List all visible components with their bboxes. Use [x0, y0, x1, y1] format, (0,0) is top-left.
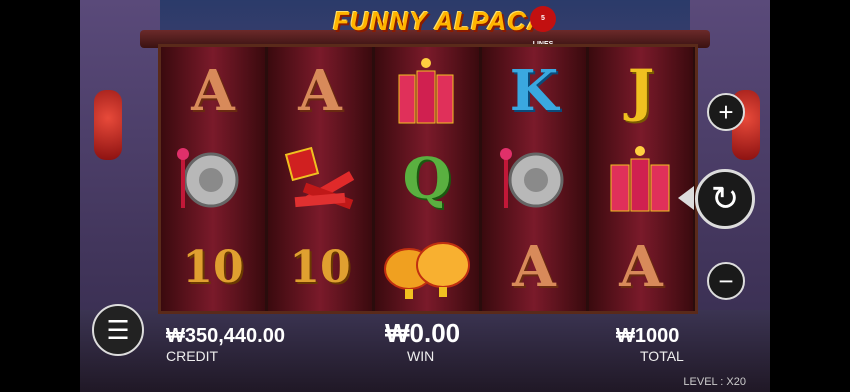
lanterns-icon: [375, 223, 479, 311]
total-label: TOTAL: [640, 348, 684, 364]
gong-icon: [482, 135, 586, 223]
left-building-background: [80, 0, 160, 330]
total-bet-value: ₩1000: [616, 325, 680, 347]
game-screen: FUNNY ALPACA 5 LINES A 10 A: [0, 0, 850, 392]
firecracker-bundle-icon: [375, 47, 479, 135]
win-label: WIN: [407, 348, 435, 364]
gong-icon: [161, 135, 265, 223]
menu-button[interactable]: ☰: [92, 304, 144, 356]
level-indicator: LEVEL : X20: [683, 376, 746, 388]
symbol-10: 10: [289, 241, 351, 293]
symbol-10: 10: [182, 241, 244, 293]
symbol-a: A: [619, 234, 663, 300]
reel-1: A 10: [161, 47, 265, 311]
firecrackers-icon: [268, 135, 372, 223]
reel-2: A 10: [268, 47, 372, 311]
symbol-a: A: [191, 58, 235, 124]
symbol-a: A: [298, 58, 342, 124]
plus-icon: +: [718, 96, 734, 127]
symbol-j: J: [627, 58, 655, 124]
symbol-k: K: [509, 58, 559, 124]
symbol-a: A: [512, 234, 556, 300]
bet-increase-button[interactable]: +: [707, 93, 745, 131]
game-title: FUNNY ALPACA: [333, 6, 547, 36]
credit-label: CREDIT: [166, 348, 219, 364]
credit-value: ₩350,440.00: [166, 325, 285, 347]
reel-frame: A 10 A 10 Q K A J A: [158, 44, 698, 314]
right-letterbox: [770, 0, 850, 392]
spin-button[interactable]: ↻: [695, 169, 755, 229]
reel-5: J A: [589, 47, 693, 311]
hamburger-icon: ☰: [106, 314, 130, 345]
lines-badge: 5 LINES: [530, 6, 556, 48]
symbol-q: Q: [402, 146, 452, 212]
bet-decrease-button[interactable]: −: [707, 262, 745, 300]
win-value: ₩0.00: [385, 318, 461, 348]
spin-pointer-icon: [678, 186, 694, 210]
reel-4: K A: [482, 47, 586, 311]
refresh-icon: ↻: [710, 180, 740, 218]
minus-icon: −: [718, 265, 734, 296]
left-letterbox: [0, 0, 80, 392]
reel-3: Q: [375, 47, 479, 311]
lantern-icon: [94, 90, 122, 160]
